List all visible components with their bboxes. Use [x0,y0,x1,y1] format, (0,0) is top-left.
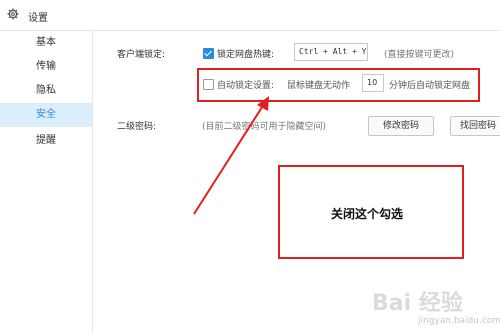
gear-icon [7,8,19,20]
hotkey-hint: (直接按键可更改) [384,50,455,60]
hotkey-lock-label: 锁定网盘热键: [217,50,275,60]
sidebar-item-basic[interactable]: 基本 [0,31,92,55]
settings-sidebar: 基本 传输 隐私 安全 提醒 [0,31,93,333]
watermark-logo: Bai 经验 jingyan.baidu.com [372,285,500,333]
sidebar-item-transfer[interactable]: 传输 [0,55,92,79]
annotation-highlight-box [197,68,480,102]
sidebar-item-label: 安全 [36,109,56,120]
sidebar-item-security[interactable]: 安全 [0,103,92,127]
sidebar-item-label: 传输 [36,61,56,72]
sidebar-item-privacy[interactable]: 隐私 [0,79,92,103]
client-lock-label: 客户端锁定: [117,50,166,60]
annotation-text: 关闭这个勾选 [331,207,404,221]
change-password-button[interactable]: 修改密码 [368,116,434,136]
sidebar-item-label: 基本 [36,37,56,48]
sidebar-item-label: 提醒 [36,135,56,146]
window-title: 设置 [28,13,48,24]
sidebar-item-label: 隐私 [36,85,56,96]
recover-password-button[interactable]: 找回密码 [450,116,500,136]
second-password-hint: (目前二级密码可用于隐藏空间) [202,122,327,132]
second-password-label: 二级密码: [117,122,157,132]
watermark-url: jingyan.baidu.com [418,316,500,326]
hotkey-lock-checkbox[interactable] [203,48,214,59]
sidebar-item-reminder[interactable]: 提醒 [0,129,92,153]
hotkey-input[interactable]: Ctrl + Alt + Y [294,43,368,61]
watermark-main: Bai 经验 [372,291,463,316]
title-bar: 设置 [0,0,500,31]
